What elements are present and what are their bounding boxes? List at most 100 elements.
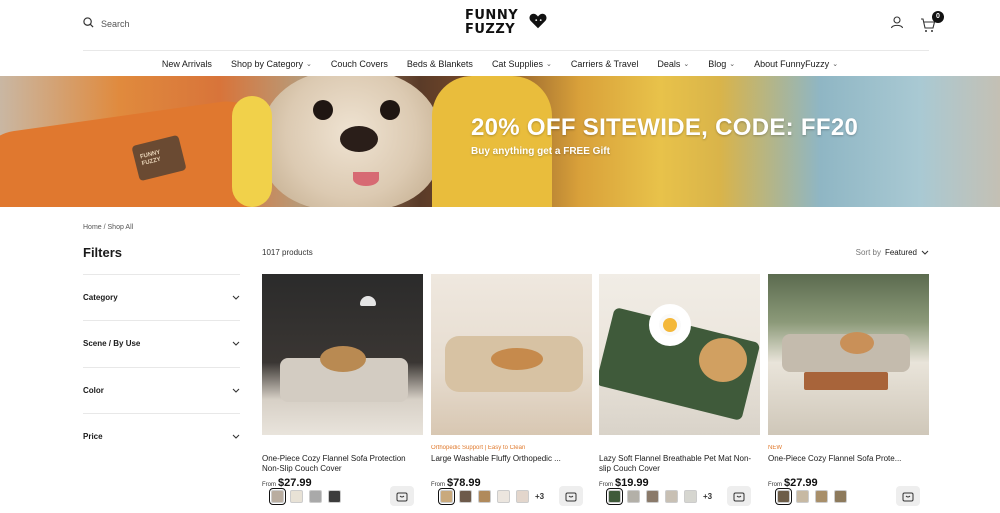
- nav-label: Couch Covers: [330, 58, 388, 69]
- banner-dog-nose: [340, 126, 378, 152]
- filter-category[interactable]: Category: [83, 274, 240, 320]
- nav-blog[interactable]: Blog ⌄: [708, 59, 735, 69]
- main-nav: New Arrivals Shop by Category ⌄ Couch Cov…: [0, 51, 1000, 76]
- product-image[interactable]: [262, 274, 423, 435]
- site-header: Search FUNNY FUZZY 0: [0, 0, 1000, 50]
- banner-dog-eye: [380, 100, 400, 120]
- color-swatch[interactable]: [328, 490, 341, 503]
- sort-label: Sort by: [855, 248, 881, 257]
- nav-about[interactable]: About FunnyFuzzy ⌄: [754, 59, 838, 69]
- filters-title: Filters: [83, 245, 123, 260]
- promo-banner[interactable]: FUNNY FUZZY 20% OFF SITEWIDE, CODE: FF20…: [0, 76, 1000, 207]
- filter-price[interactable]: Price: [83, 413, 240, 459]
- breadcrumb[interactable]: Home / Shop All: [83, 224, 133, 231]
- more-swatches[interactable]: +3: [535, 492, 544, 501]
- nav-new-arrivals[interactable]: New Arrivals: [162, 59, 212, 69]
- nav-label: Cat Supplies: [491, 58, 543, 69]
- banner-scarf: [232, 96, 272, 207]
- color-swatch[interactable]: [834, 490, 847, 503]
- color-swatch[interactable]: [516, 490, 529, 503]
- color-swatch[interactable]: [269, 488, 286, 505]
- filter-label: Scene / By Use: [83, 339, 141, 348]
- flower-pillow-shape: [649, 304, 691, 346]
- product-badge: [599, 445, 760, 453]
- color-swatch[interactable]: [665, 490, 678, 503]
- nav-label: Carriers & Travel: [570, 58, 639, 69]
- color-swatch[interactable]: [796, 490, 809, 503]
- color-swatch[interactable]: [309, 490, 322, 503]
- swatch-list: +3: [438, 488, 544, 505]
- quick-add-cart-icon: [902, 492, 914, 501]
- more-swatches[interactable]: +3: [703, 492, 712, 501]
- product-image[interactable]: [599, 274, 760, 435]
- table-shape: [804, 372, 888, 390]
- nav-shop-by-category[interactable]: Shop by Category ⌄: [231, 59, 312, 69]
- color-swatch[interactable]: [684, 490, 697, 503]
- sort-dropdown[interactable]: Sort by Featured: [856, 248, 929, 257]
- product-name[interactable]: One-Piece Cozy Flannel Sofa Prote...: [768, 454, 929, 474]
- color-swatch[interactable]: [438, 488, 455, 505]
- nav-couch-covers[interactable]: Couch Covers: [331, 59, 388, 69]
- account-icon[interactable]: [890, 15, 904, 34]
- chevron-down-icon: ⌄: [305, 60, 312, 68]
- price-prefix: From: [262, 482, 276, 488]
- color-swatch[interactable]: [815, 490, 828, 503]
- product-name[interactable]: Large Washable Fluffy Orthopedic ...: [431, 454, 592, 474]
- nav-deals[interactable]: Deals ⌄: [657, 59, 689, 69]
- nav-cat-supplies[interactable]: Cat Supplies ⌄: [492, 59, 552, 69]
- color-swatch[interactable]: [459, 490, 472, 503]
- quick-add-cart-icon: [565, 492, 577, 501]
- dog-shape: [840, 332, 874, 354]
- color-swatch[interactable]: [646, 490, 659, 503]
- product-card[interactable]: One-Piece Cozy Flannel Sofa Protection N…: [262, 274, 423, 506]
- product-card[interactable]: Lazy Soft Flannel Breathable Pet Mat Non…: [599, 274, 760, 506]
- product-count: 1017 products: [262, 248, 313, 257]
- quick-add-button[interactable]: [896, 486, 920, 506]
- color-swatch[interactable]: [775, 488, 792, 505]
- chevron-down-icon: [232, 339, 240, 348]
- color-swatch[interactable]: [627, 490, 640, 503]
- chevron-down-icon: ⌄: [545, 60, 552, 68]
- heart-logo-icon: [529, 13, 547, 29]
- product-name[interactable]: One-Piece Cozy Flannel Sofa Protection N…: [262, 454, 423, 474]
- dog-shape: [491, 348, 543, 370]
- nav-label: Deals: [657, 58, 681, 69]
- quick-add-button[interactable]: [559, 486, 583, 506]
- chevron-down-icon: ⌄: [683, 60, 690, 68]
- price-prefix: From: [599, 482, 613, 488]
- nav-label: New Arrivals: [161, 58, 212, 69]
- chevron-down-icon: [232, 386, 240, 395]
- cart-button[interactable]: 0: [920, 10, 944, 33]
- filter-label: Category: [83, 293, 118, 302]
- color-swatch[interactable]: [606, 488, 623, 505]
- color-swatch[interactable]: [497, 490, 510, 503]
- banner-dog-eye: [313, 100, 333, 120]
- chevron-down-icon: [232, 293, 240, 302]
- nav-beds-blankets[interactable]: Beds & Blankets: [407, 59, 473, 69]
- product-image[interactable]: [431, 274, 592, 435]
- nav-label: Beds & Blankets: [406, 58, 473, 69]
- product-card[interactable]: Orthopedic Support | Easy to Clean Large…: [431, 274, 592, 506]
- product-name[interactable]: Lazy Soft Flannel Breathable Pet Mat Non…: [599, 454, 760, 474]
- product-badge: [262, 445, 423, 453]
- dog-shape: [320, 346, 366, 372]
- nav-carriers-travel[interactable]: Carriers & Travel: [571, 59, 639, 69]
- color-swatch[interactable]: [478, 490, 491, 503]
- product-badge: NEW: [768, 445, 782, 451]
- swatch-list: [269, 488, 341, 505]
- quick-add-button[interactable]: [390, 486, 414, 506]
- product-card[interactable]: NEW One-Piece Cozy Flannel Sofa Prote...…: [768, 274, 929, 506]
- brand-logo[interactable]: FUNNY FUZZY: [465, 9, 555, 40]
- color-swatch[interactable]: [290, 490, 303, 503]
- banner-title: 20% OFF SITEWIDE, CODE: FF20: [471, 114, 859, 141]
- filter-scene[interactable]: Scene / By Use: [83, 320, 240, 366]
- banner-dog-tongue: [353, 172, 379, 186]
- search-label: Search: [101, 18, 130, 29]
- search-trigger[interactable]: Search: [83, 17, 130, 30]
- filter-color[interactable]: Color: [83, 367, 240, 413]
- product-image[interactable]: [768, 274, 929, 435]
- price-prefix: From: [768, 482, 782, 488]
- quick-add-button[interactable]: [727, 486, 751, 506]
- quick-add-cart-icon: [733, 492, 745, 501]
- chevron-down-icon: [921, 248, 929, 257]
